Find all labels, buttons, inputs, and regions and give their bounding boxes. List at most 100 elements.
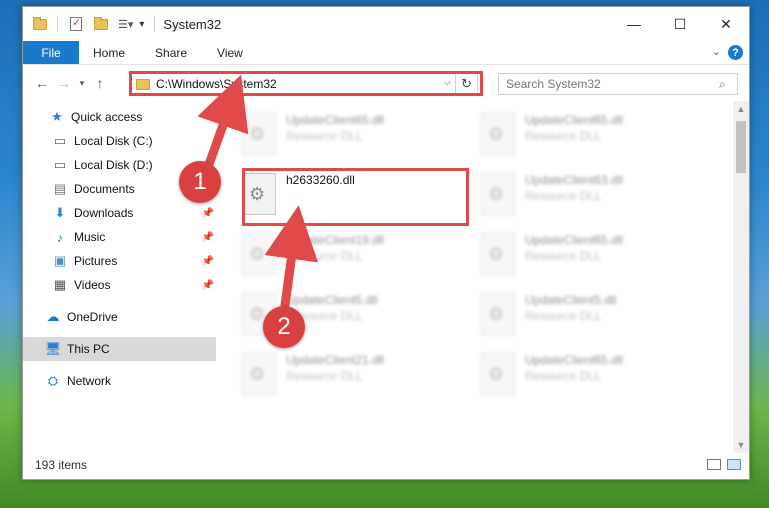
new-folder-icon[interactable] [94, 16, 108, 30]
ribbon-tabs: File Home Share View ⌄ ? [23, 41, 749, 65]
large-icons-view-icon[interactable] [727, 459, 741, 470]
dll-file-icon [242, 353, 276, 395]
file-item[interactable]: UpdateClient65.dll Resource DLL [481, 351, 701, 401]
address-bar-highlight [129, 71, 483, 96]
title-bar: ☰▾ ▾ System32 — ☐ ✕ [23, 7, 749, 41]
file-item[interactable]: UpdateClient65.dll Resource DLL [481, 111, 701, 161]
file-name: UpdateClient65.dll [525, 233, 624, 247]
file-name: UpdateClient19.dll [286, 233, 385, 247]
vertical-scrollbar[interactable]: ▲ ▼ [733, 101, 749, 453]
expand-ribbon-icon[interactable]: ⌄ [712, 45, 721, 58]
cloud-icon: ☁ [46, 309, 60, 324]
network-icon: ⛭ [47, 373, 59, 388]
folder-icon [33, 16, 47, 31]
file-type: Resource DLL [286, 369, 363, 383]
tab-home[interactable]: Home [79, 41, 140, 64]
nav-item-label: Documents [74, 182, 135, 196]
nav-item-quick-access[interactable]: ★ Quick access [23, 105, 216, 129]
file-type: Resource DLL [525, 369, 602, 383]
nav-item-music[interactable]: ♪ Music 📌 [23, 225, 216, 249]
videos-icon: ▦ [53, 277, 67, 292]
nav-item-network[interactable]: ⛭ Network [23, 369, 216, 393]
nav-item-label: Downloads [74, 206, 134, 220]
file-list: UpdateClient65.dllResource DLL h2633260.… [216, 101, 749, 453]
nav-item-videos[interactable]: ▦ Videos 📌 [23, 273, 216, 297]
music-icon: ♪ [56, 229, 64, 245]
pin-icon[interactable]: 📌 [202, 256, 214, 267]
file-name: UpdateClient5.dll [286, 293, 378, 307]
file-name: UpdateClient5.dll [525, 293, 617, 307]
search-icon[interactable]: ⌕ [719, 77, 737, 92]
computer-icon: 🖥 [44, 341, 62, 356]
file-type: Resource DLL [525, 129, 602, 143]
nav-item-label: Local Disk (C:) [74, 134, 153, 148]
nav-item-label: Music [74, 230, 106, 244]
scroll-up-icon[interactable]: ▲ [733, 101, 749, 117]
dll-file-icon [242, 113, 276, 155]
main-body: ★ Quick access ▭ Local Disk (C:) ▭ Local… [23, 101, 749, 453]
file-type: Resource DLL [525, 309, 602, 323]
tab-file[interactable]: File [23, 41, 79, 64]
nav-item-label: Videos [74, 278, 111, 292]
layout-dropdown-icon[interactable]: ☰▾ [118, 18, 133, 31]
dll-file-icon [481, 173, 515, 215]
step-2-badge: 2 [263, 306, 305, 348]
dll-file-icon [481, 353, 515, 395]
forward-button[interactable]: → [53, 75, 75, 91]
minimize-button[interactable]: — [611, 7, 657, 41]
navigation-pane: ★ Quick access ▭ Local Disk (C:) ▭ Local… [23, 101, 216, 453]
properties-icon[interactable] [70, 16, 82, 31]
maximize-button[interactable]: ☐ [657, 7, 703, 41]
customize-toolbar-icon[interactable]: ▾ [139, 19, 144, 30]
scrollbar-thumb[interactable] [736, 121, 746, 173]
nav-item-label: Network [67, 374, 112, 388]
search-placeholder: Search System32 [506, 77, 601, 91]
status-bar: 193 items [23, 451, 749, 479]
star-icon: ★ [51, 109, 63, 124]
nav-item-this-pc[interactable]: 🖥 This PC [23, 337, 216, 361]
divider [57, 17, 58, 31]
window-title: System32 [163, 16, 222, 32]
pin-icon[interactable]: 📌 [202, 208, 214, 219]
pin-icon[interactable]: 📌 [202, 280, 214, 291]
nav-item-pictures[interactable]: ▣ Pictures 📌 [23, 249, 216, 273]
nav-item-local-disk-c[interactable]: ▭ Local Disk (C:) [23, 129, 216, 153]
file-item[interactable]: UpdateClient5.dll Resource DLL [481, 291, 701, 341]
documents-icon: ▤ [53, 181, 67, 196]
file-name: UpdateClient21.dll [286, 353, 385, 367]
search-input[interactable]: Search System32 ⌕ [498, 73, 738, 95]
nav-item-label: Quick access [71, 110, 143, 124]
file-type: Resource DLL [525, 189, 602, 203]
file-name: UpdateClient65.dll [525, 353, 624, 367]
details-view-icon[interactable] [707, 459, 721, 470]
nav-item-onedrive[interactable]: ☁ OneDrive [23, 305, 216, 329]
file-item[interactable]: UpdateClient63.dll Resource DLL [481, 171, 701, 221]
nav-item-downloads[interactable]: ⬇ Downloads 📌 [23, 201, 216, 225]
nav-item-label: Pictures [74, 254, 118, 268]
back-button[interactable]: ← [31, 75, 53, 91]
tab-view[interactable]: View [202, 41, 258, 64]
file-name: UpdateClient65.dll [525, 113, 624, 127]
file-item[interactable]: UpdateClient65.dll Resource DLL [242, 111, 462, 161]
download-icon: ⬇ [54, 205, 66, 220]
tab-share[interactable]: Share [140, 41, 202, 64]
close-button[interactable]: ✕ [703, 7, 749, 41]
recent-locations-button[interactable]: ▾ [75, 78, 89, 89]
file-item[interactable]: UpdateClient19.dll Resource DLL [242, 231, 462, 281]
file-item[interactable]: UpdateClient65.dll Resource DLL [481, 231, 701, 281]
pictures-icon: ▣ [53, 253, 67, 268]
pin-icon[interactable]: 📌 [202, 232, 214, 243]
item-count: 193 items [35, 458, 88, 472]
drive-icon: ▭ [53, 133, 67, 148]
file-type: Resource DLL [525, 249, 602, 263]
file-type: Resource DLL [286, 249, 363, 263]
nav-item-label: OneDrive [67, 310, 118, 324]
file-highlight [242, 168, 469, 226]
file-type: Resource DLL [286, 129, 363, 143]
dll-file-icon [481, 113, 515, 155]
help-icon[interactable]: ? [728, 45, 743, 60]
up-button[interactable]: ↑ [89, 75, 111, 91]
nav-item-label: This PC [67, 342, 110, 356]
file-item[interactable]: UpdateClient21.dll Resource DLL [242, 351, 462, 401]
nav-item-label: Local Disk (D:) [74, 158, 153, 172]
